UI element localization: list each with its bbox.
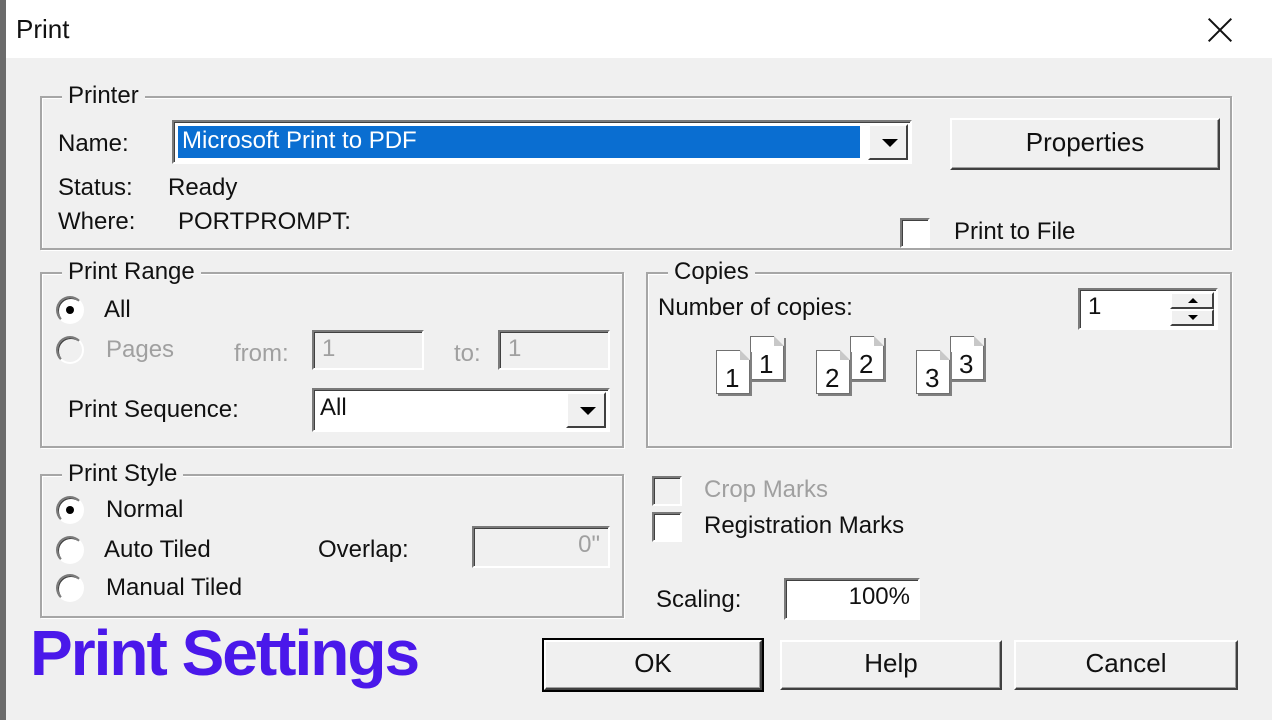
collate-page-icon: 1 <box>716 350 750 394</box>
printer-where-value: PORTPROMPT: <box>178 208 351 235</box>
style-normal-label: Normal <box>106 496 184 523</box>
range-pages-radio[interactable] <box>56 336 84 364</box>
number-of-copies-value: 1 <box>1088 293 1102 320</box>
print-sequence-dropdown[interactable]: All <box>312 388 610 432</box>
number-of-copies-input[interactable]: 1 <box>1078 288 1218 330</box>
printer-group-label: Printer <box>62 83 145 109</box>
range-to-label: to: <box>454 340 481 367</box>
printer-name-dropdown[interactable]: Microsoft Print to PDF <box>172 120 912 164</box>
cancel-button[interactable]: Cancel <box>1014 640 1238 690</box>
registration-marks-label: Registration Marks <box>704 512 905 539</box>
collate-page-icon: 3 <box>916 350 950 394</box>
style-auto-tiled-radio[interactable] <box>56 536 84 564</box>
overlap-input[interactable]: 0" <box>472 526 610 568</box>
scaling-label: Scaling: <box>656 586 742 613</box>
print-sequence-label: Print Sequence: <box>68 396 239 423</box>
print-style-group-label: Print Style <box>62 461 184 487</box>
spin-down-icon[interactable] <box>1170 309 1214 326</box>
ok-button[interactable]: OK <box>542 638 764 692</box>
print-range-group: Print Range All Pages from: 1 to: 1 Prin… <box>40 259 624 448</box>
printer-status-value: Ready <box>168 174 238 201</box>
properties-button[interactable]: Properties <box>950 118 1220 170</box>
overlap-label: Overlap: <box>318 536 409 563</box>
collate-page-icon: 2 <box>816 350 850 394</box>
print-dialog: Print Printer Name: Microsoft Print to P… <box>6 0 1272 720</box>
copies-group-label: Copies <box>668 259 755 285</box>
dialog-title: Print <box>16 14 70 44</box>
printer-where-label: Where: <box>58 208 136 235</box>
number-of-copies-label: Number of copies: <box>658 294 853 321</box>
close-icon[interactable] <box>1192 8 1248 52</box>
chevron-down-icon[interactable] <box>868 124 908 160</box>
range-all-radio[interactable] <box>56 296 84 324</box>
range-from-label: from: <box>234 340 289 367</box>
range-all-label: All <box>104 296 131 323</box>
print-style-group: Print Style Normal Auto Tiled Manual Til… <box>40 461 624 618</box>
title-bar: Print <box>6 0 1272 58</box>
print-settings-caption: Print Settings <box>30 617 420 689</box>
print-sequence-value: All <box>320 394 347 421</box>
chevron-down-icon[interactable] <box>566 392 606 428</box>
crop-marks-label: Crop Marks <box>704 476 829 503</box>
help-button[interactable]: Help <box>780 640 1002 690</box>
copies-spinner[interactable] <box>1170 292 1214 326</box>
print-to-file-label: Print to File <box>954 218 1076 245</box>
registration-marks-checkbox[interactable] <box>652 512 682 542</box>
range-to-input[interactable]: 1 <box>498 330 610 370</box>
scaling-input[interactable]: 100% <box>784 578 920 620</box>
copies-group: Copies Number of copies: 1 1 1 2 2 3 3 <box>646 259 1232 448</box>
printer-group: Printer Name: Microsoft Print to PDF Pro… <box>40 83 1232 250</box>
print-range-group-label: Print Range <box>62 259 201 285</box>
printer-status-label: Status: <box>58 174 133 201</box>
print-to-file-checkbox[interactable] <box>900 218 930 248</box>
crop-marks-checkbox[interactable] <box>652 476 682 506</box>
collate-page-icon: 3 <box>950 336 984 380</box>
style-auto-tiled-label: Auto Tiled <box>104 536 211 563</box>
collate-page-icon: 2 <box>850 336 884 380</box>
style-manual-tiled-radio[interactable] <box>56 574 84 602</box>
range-pages-label: Pages <box>106 336 175 363</box>
style-normal-radio[interactable] <box>56 496 84 524</box>
printer-name-label: Name: <box>58 130 129 157</box>
style-manual-tiled-label: Manual Tiled <box>106 574 243 601</box>
collate-page-icon: 1 <box>750 336 784 380</box>
printer-name-selection: Microsoft Print to PDF <box>177 125 861 159</box>
spin-up-icon[interactable] <box>1170 292 1214 309</box>
range-from-input[interactable]: 1 <box>312 330 424 370</box>
printer-name-value: Microsoft Print to PDF <box>182 127 417 154</box>
